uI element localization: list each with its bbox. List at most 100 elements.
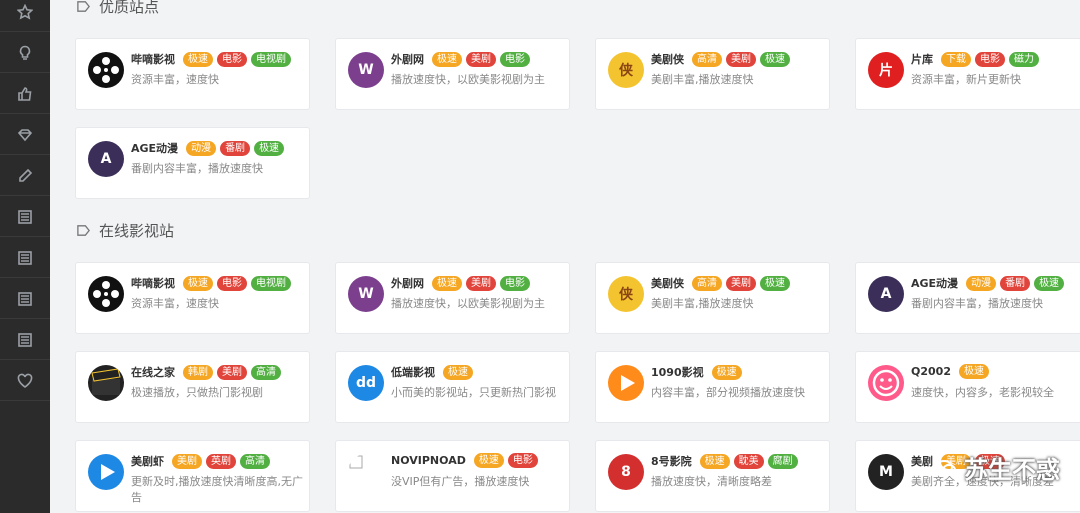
sidebar-item[interactable] [0,156,50,196]
site-desc: 资源丰富，速度快 [131,297,219,310]
site-card[interactable]: 哔嘀影视 极速 电影 电视剧 资源丰富，速度快 [75,38,310,110]
tag-badge: 电视剧 [251,51,291,67]
site-name: Q2002 [911,365,951,378]
site-logo-icon: 8 [608,454,644,490]
site-card[interactable]: 侠美剧侠 高清 美剧 极速 美剧丰富,播放速度快 [595,262,830,334]
tag-badge: 电影 [500,275,530,291]
lightbulb-icon [19,45,31,60]
tag-badge: 高清 [240,453,270,469]
site-name: 8号影院 [651,455,692,468]
tag-badge: 磁力 [1009,51,1039,67]
site-name: 外剧网 [391,277,424,290]
site-card[interactable]: 片片库 下载 电影 磁力 资源丰富，新片更新快 [855,38,1080,110]
site-card[interactable]: A AGE动漫 动漫 番剧 极速 番剧内容丰富，播放速度快 [855,262,1080,334]
watermark-text: 苏生不惑 [964,456,1060,484]
tag-badge: 下载 [941,51,971,67]
tag-badge: 极速 [254,140,285,156]
sidebar-item[interactable] [0,361,50,401]
site-desc: 美剧丰富,播放速度快 [651,297,754,310]
site-card[interactable]: 在线之家 韩剧 美剧 高清 极速播放，只做热门影视剧 [75,351,310,423]
tag-badge: 腐剧 [767,453,798,469]
site-card[interactable]: dd 低端影视 极速小而美的影视站，只更新热门影视 [335,351,570,423]
site-desc: 极速播放，只做热门影视剧 [131,386,263,399]
site-desc: 播放速度快，清晰度略差 [651,475,772,488]
sidebar-item[interactable] [0,33,50,73]
tag-badge: 极速 [711,364,742,380]
site-card[interactable]: 1090影视 极速 内容丰富，部分视频播放速度快 [595,351,830,423]
section-title-online: 在线影视站 [76,220,174,241]
tag-icon [77,225,90,236]
tag-badge: 极速 [443,364,473,380]
sidebar-item[interactable] [0,74,50,114]
site-name: 外剧网 [391,53,424,66]
site-logo-icon [88,52,124,88]
tag-badge: 美剧 [466,275,496,291]
section-title-quality: 优质站点 [76,0,159,17]
site-name: AGE动漫 [911,277,959,290]
list-icon [18,332,32,347]
tag-badge: 美剧 [726,51,756,67]
site-name: 哔嘀影视 [131,53,175,66]
site-desc: 小而美的影视站，只更新热门影视 [391,386,556,399]
site-name: 美剧侠 [651,277,684,290]
sidebar-item[interactable] [0,320,50,360]
site-logo-icon: dd [348,365,384,401]
site-logo-icon: M [868,454,904,490]
tag-badge: 极速 [958,364,989,379]
site-card[interactable]: W 外剧网 极速 美剧 电影 播放速度快，以欧美影视剧为主 [335,38,570,110]
tag-badge: 电影 [500,51,530,67]
site-card[interactable]: A AGE动漫 动漫 番剧 极速 番剧内容丰富，播放速度快 [75,127,310,199]
site-logo-icon [88,365,124,401]
site-logo-icon [88,454,124,490]
heart-icon [17,373,33,388]
star-icon [17,3,33,20]
site-logo-icon [868,365,904,401]
tag-badge: 耽美 [733,453,764,469]
tag-badge: 极速 [183,51,213,67]
site-logo-icon: 片 [868,52,904,88]
site-card[interactable]: NOVIPNOAD 极速 电影 没VIP但有广告，播放速度快 [335,440,570,512]
site-desc: 番剧内容丰富，播放速度快 [131,162,263,175]
tag-badge: 极速 [432,275,462,291]
section-title-text: 优质站点 [99,0,160,16]
tag-badge: 美剧 [217,364,247,380]
sidebar-item[interactable] [0,197,50,237]
tag-badge: 高清 [692,51,722,67]
sidebar [0,0,50,513]
site-name: NOVIPNOAD [391,454,466,467]
sidebar-item[interactable] [0,238,50,278]
tag-badge: 极速 [183,275,213,291]
tag-badge: 动漫 [966,275,997,291]
tag-badge: 番剧 [220,140,251,156]
thumbs-up-icon [18,86,32,101]
site-desc: 资源丰富，速度快 [131,73,219,86]
site-logo-icon: W [348,276,384,312]
sidebar-item[interactable] [0,115,50,155]
section-title-text: 在线影视站 [99,222,175,240]
site-card[interactable]: 8 8号影院 极速 耽美 腐剧播放速度快，清晰度略差 [595,440,830,512]
tag-badge: 电影 [975,51,1005,67]
sidebar-item[interactable] [0,279,50,319]
tag-badge: 美剧 [726,275,756,291]
tag-icon [77,1,90,12]
sidebar-item[interactable] [0,0,50,32]
list-icon [18,209,32,224]
site-name: AGE动漫 [131,142,179,155]
site-name: 低端影视 [391,366,435,379]
site-card[interactable]: 美剧虾 美剧 英剧 高清 更新及时,播放速度快清晰度高,无广告 [75,440,310,512]
site-card[interactable]: 侠美剧侠 高清 美剧 极速 美剧丰富,播放速度快 [595,38,830,110]
site-card[interactable]: Q2002 极速 速度快，内容多，老影视较全 [855,351,1080,423]
site-name: 片库 [911,53,933,66]
tag-badge: 极速 [760,275,790,291]
site-card[interactable]: W 外剧网 极速 美剧 电影 播放速度快，以欧美影视剧为主 [335,262,570,334]
tag-badge: 极速 [760,51,790,67]
tag-badge: 英剧 [206,453,236,469]
tag-badge: 韩剧 [183,364,213,380]
tag-badge: 极速 [699,453,730,469]
tag-badge: 极速 [473,453,504,468]
site-name: 哔嘀影视 [131,277,175,290]
site-desc: 内容丰富，部分视频播放速度快 [651,386,805,399]
site-card[interactable]: 哔嘀影视 极速 电影 电视剧 资源丰富，速度快 [75,262,310,334]
site-name: 在线之家 [131,366,175,379]
site-logo-icon [348,454,384,490]
